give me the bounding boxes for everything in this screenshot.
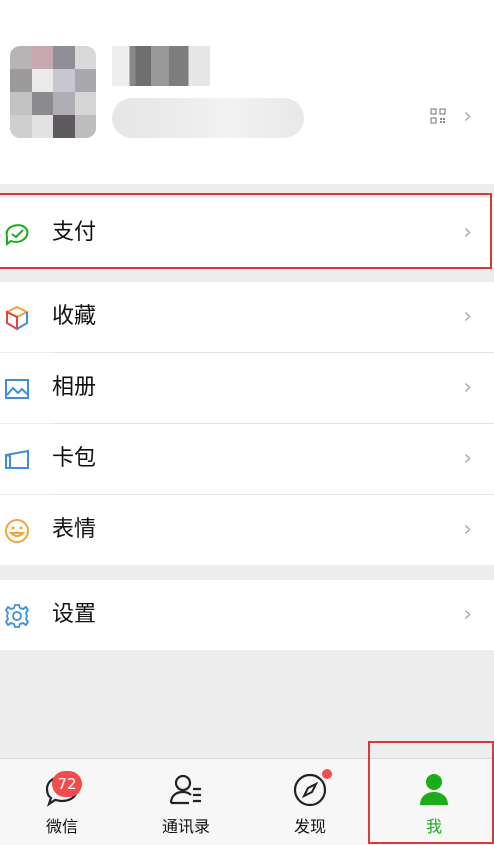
sticker-icon bbox=[5, 519, 29, 543]
tab-chats[interactable]: 72 微信 bbox=[0, 759, 124, 845]
menu-item-label: 表情 bbox=[52, 517, 97, 542]
menu-item-label: 收藏 bbox=[52, 304, 97, 329]
unread-badge: 72 bbox=[52, 771, 82, 797]
profile-id-blurred bbox=[112, 98, 304, 138]
profile-name-blurred bbox=[112, 46, 210, 86]
menu-item-stickers[interactable]: 表情 › bbox=[0, 495, 494, 565]
chevron-right-icon: › bbox=[463, 104, 472, 129]
menu-item-settings[interactable]: 设置 › bbox=[0, 580, 494, 650]
chevron-right-icon: › bbox=[463, 304, 472, 329]
chevron-right-icon: › bbox=[463, 375, 472, 400]
tab-label: 通讯录 bbox=[161, 817, 210, 836]
menu-item-label: 相册 bbox=[52, 375, 97, 400]
menu-item-label: 设置 bbox=[52, 602, 97, 627]
tab-contacts[interactable]: 通讯录 bbox=[124, 759, 248, 845]
menu-item-card-wallet[interactable]: 卡包 › bbox=[0, 424, 494, 494]
album-icon bbox=[5, 379, 29, 399]
menu-item-album[interactable]: 相册 › bbox=[0, 353, 494, 423]
tab-discover[interactable]: 发现 bbox=[248, 759, 372, 845]
qr-code-icon[interactable] bbox=[430, 108, 446, 124]
notification-dot bbox=[322, 769, 332, 779]
chevron-right-icon: › bbox=[463, 602, 472, 627]
favorites-icon bbox=[4, 305, 30, 331]
menu-item-favorites[interactable]: 收藏 › bbox=[0, 282, 494, 352]
tab-label: 发现 bbox=[293, 817, 326, 836]
menu-item-label: 卡包 bbox=[52, 446, 97, 471]
settings-icon bbox=[4, 604, 30, 628]
profile-header[interactable]: › bbox=[0, 0, 494, 184]
card-wallet-icon bbox=[5, 449, 29, 469]
chevron-right-icon: › bbox=[463, 517, 472, 542]
highlight-box-me-tab bbox=[368, 741, 494, 844]
highlight-box-pay bbox=[0, 193, 492, 269]
tab-label: 微信 bbox=[45, 817, 78, 836]
avatar[interactable] bbox=[10, 46, 96, 138]
contacts-icon bbox=[169, 774, 201, 805]
chevron-right-icon: › bbox=[463, 446, 472, 471]
